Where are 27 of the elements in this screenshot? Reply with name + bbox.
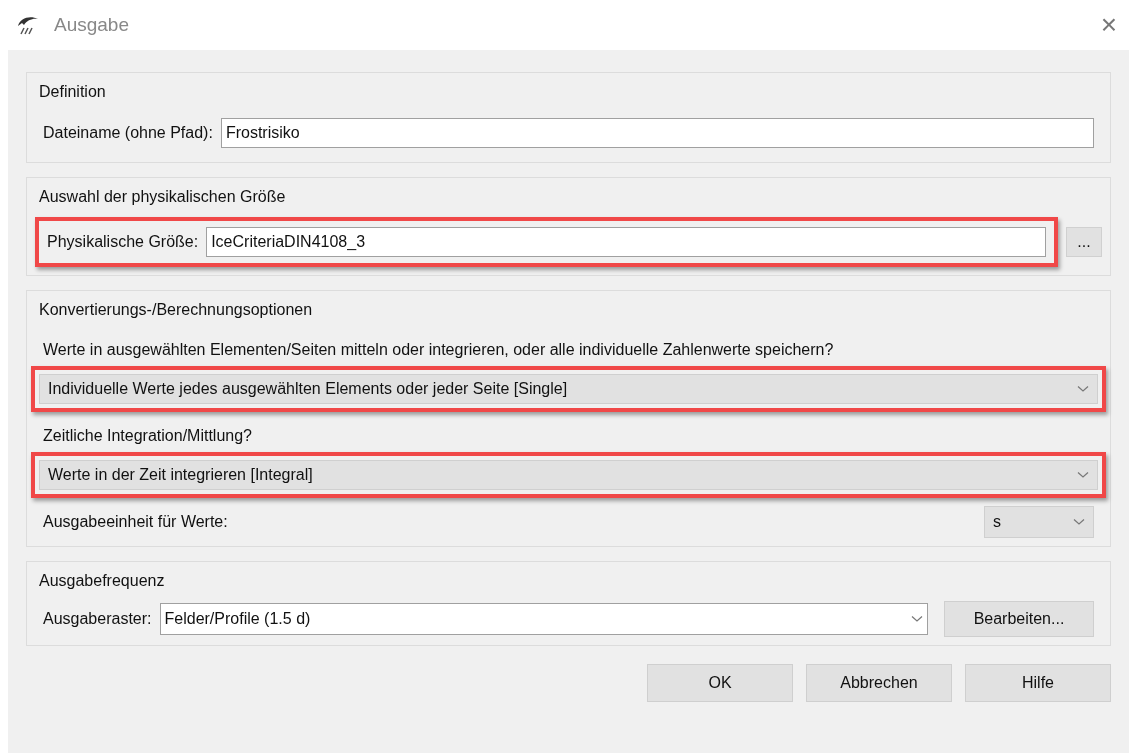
- caret-icon: [1077, 385, 1089, 393]
- edit-button[interactable]: Bearbeiten...: [944, 601, 1094, 637]
- group-title: Konvertierungs-/Berechnungsoptionen: [38, 300, 314, 320]
- text-field[interactable]: Frostrisiko: [220, 118, 1094, 148]
- group-title: Definition: [38, 82, 107, 102]
- caret-icon: [1073, 518, 1085, 526]
- unit-dropdown[interactable]: s: [984, 506, 1094, 538]
- field-label: Dateiname (ohne Pfad):: [43, 123, 213, 143]
- dialog-button[interactable]: Hilfe: [965, 664, 1111, 702]
- dropdown[interactable]: Felder/Profile (1.5 d): [159, 603, 928, 635]
- browse-button[interactable]: ...: [1066, 227, 1102, 257]
- field-label: Ausgabeeinheit für Werte:: [43, 512, 228, 532]
- text-field[interactable]: IceCriteriaDIN4108_3: [206, 227, 1046, 257]
- group-title: Ausgabefrequenz: [38, 571, 166, 591]
- field-label: Physikalische Größe:: [47, 232, 199, 252]
- caret-icon: [911, 615, 923, 623]
- dropdown[interactable]: Werte in der Zeit integrieren [Integral]: [39, 460, 1098, 490]
- window-title: Ausgabe: [54, 12, 130, 37]
- dialog-button[interactable]: OK: [647, 664, 793, 702]
- dropdown[interactable]: Individuelle Werte jedes ausgewählten Elements oder jeder Seite [Single]: [39, 374, 1098, 404]
- group-title: Auswahl der physikalischen Größe: [38, 187, 287, 207]
- dialog-button[interactable]: Abbrechen: [806, 664, 952, 702]
- field-label: Ausgaberaster:: [43, 609, 152, 629]
- close-button[interactable]: ×: [1100, 11, 1117, 39]
- question-label: Werte in ausgewählten Elementen/Seiten mitteln oder integrieren, oder alle individuelle Zahlenwerte speichern?: [42, 340, 835, 360]
- caret-icon: [1077, 471, 1089, 479]
- question-label: Zeitliche Integration/Mittlung?: [42, 426, 253, 446]
